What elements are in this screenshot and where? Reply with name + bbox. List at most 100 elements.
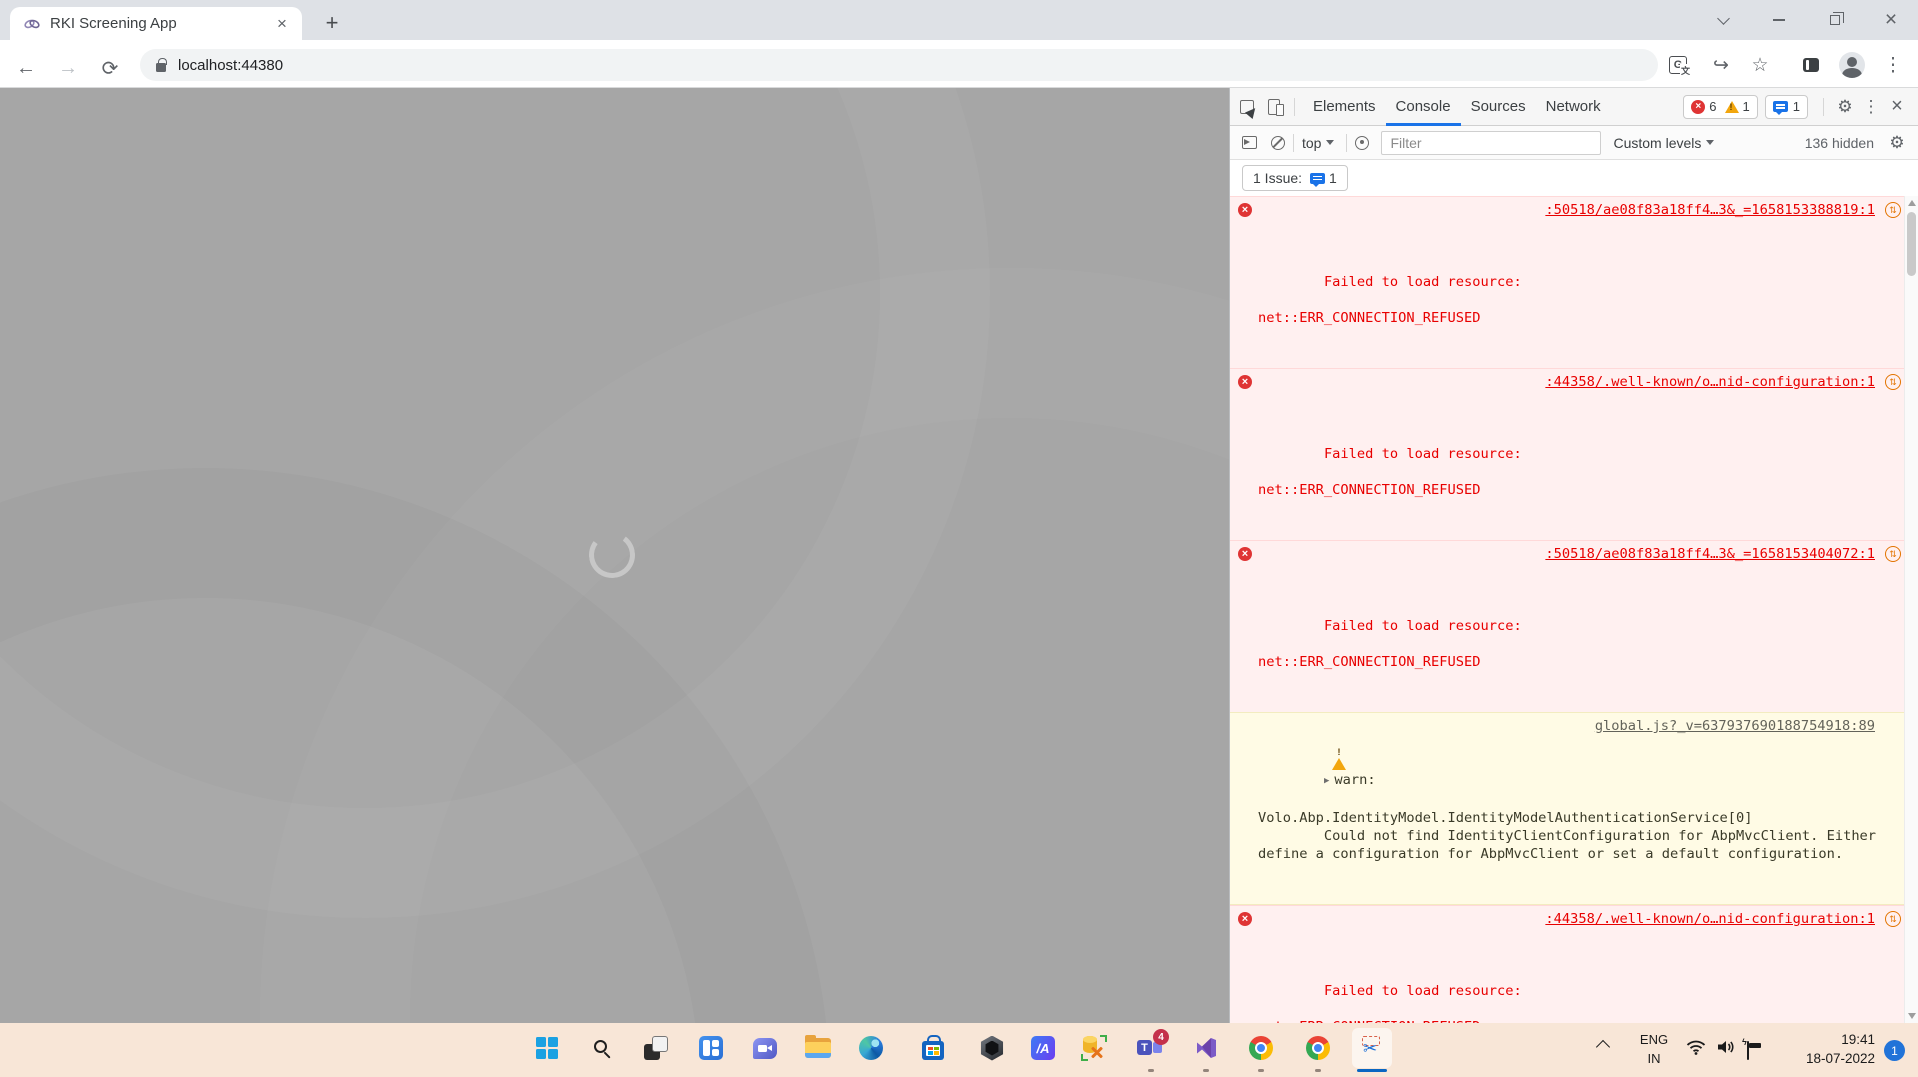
chrome-button-2[interactable] xyxy=(1298,1028,1338,1068)
source-link[interactable]: :50518/ae08f83a18ff4…3&_=1658153388819:1 xyxy=(1545,201,1875,219)
url-text[interactable]: localhost:44380 xyxy=(178,57,283,74)
tab-network[interactable]: Network xyxy=(1536,88,1611,126)
site-favicon xyxy=(24,16,40,32)
issue-bar[interactable]: 1 Issue: 1 xyxy=(1242,165,1348,191)
devtools-settings-icon[interactable] xyxy=(1832,94,1858,120)
share-icon[interactable] xyxy=(1706,50,1736,80)
back-button[interactable] xyxy=(10,52,42,84)
scroll-down-icon[interactable] xyxy=(1908,1013,1916,1019)
new-tab-button[interactable] xyxy=(318,9,346,37)
profile-avatar[interactable] xyxy=(1837,50,1867,80)
log-levels-selector[interactable]: Custom levels xyxy=(1613,135,1714,151)
tab-strip: RKI Screening App xyxy=(0,0,1918,40)
devtools-menu-icon[interactable] xyxy=(1858,94,1884,120)
minimize-button[interactable] xyxy=(1756,0,1802,40)
taskbar-search[interactable] xyxy=(582,1028,622,1068)
context-selector[interactable]: top xyxy=(1302,135,1334,151)
battery-charging-icon[interactable] xyxy=(1747,1042,1749,1060)
filter-input[interactable] xyxy=(1381,131,1601,155)
tab-elements[interactable]: Elements xyxy=(1303,88,1386,126)
browser-tab[interactable]: RKI Screening App xyxy=(10,7,302,40)
console-error-row: :50518/ae08f83a18ff4…3&_=1658153404072:1… xyxy=(1230,540,1905,712)
console-settings-icon[interactable] xyxy=(1884,130,1910,156)
live-expression-icon[interactable] xyxy=(1355,136,1369,150)
inspect-element-icon[interactable] xyxy=(1240,100,1254,114)
speaker-icon[interactable] xyxy=(1716,1038,1736,1061)
console-warning-row: global.js?_v=637937690188754918:89 warn:… xyxy=(1230,712,1905,905)
issue-count: 1 xyxy=(1329,170,1337,186)
console-scrollbar[interactable] xyxy=(1904,196,1918,1023)
chat-button[interactable] xyxy=(745,1028,785,1068)
console-sidebar-icon[interactable] xyxy=(1242,136,1257,149)
sql-management-studio-button[interactable] xyxy=(1074,1028,1114,1068)
language-indicator[interactable]: ENG IN xyxy=(1632,1030,1676,1068)
notification-badge[interactable]: 1 xyxy=(1884,1040,1905,1061)
teams-button[interactable]: T 4 xyxy=(1131,1028,1171,1068)
source-link[interactable]: global.js?_v=637937690188754918:89 xyxy=(1595,717,1875,735)
wifi-icon[interactable] xyxy=(1686,1038,1706,1061)
bookmark-star-icon[interactable] xyxy=(1745,50,1775,80)
network-request-icon[interactable] xyxy=(1885,911,1901,927)
windows-logo-icon xyxy=(536,1037,558,1059)
chrome-icon xyxy=(1306,1036,1330,1060)
error-icon xyxy=(1238,375,1252,389)
start-button[interactable] xyxy=(527,1028,567,1068)
device-toolbar-icon[interactable] xyxy=(1268,99,1280,115)
message-body: net::ERR_CONNECTION_REFUSED xyxy=(1258,653,1889,671)
warning-count-icon xyxy=(1725,101,1739,113)
clock[interactable]: 19:41 18-07-2022 xyxy=(1775,1030,1875,1068)
reload-button[interactable] xyxy=(94,52,126,84)
error-warning-badge[interactable]: 6 1 xyxy=(1683,95,1757,119)
network-request-icon[interactable] xyxy=(1885,374,1901,390)
visual-studio-icon xyxy=(1194,1036,1218,1060)
network-request-icon[interactable] xyxy=(1885,202,1901,218)
clear-console-icon[interactable] xyxy=(1271,136,1285,150)
running-indicator xyxy=(1258,1069,1264,1072)
restore-button[interactable] xyxy=(1812,0,1858,40)
browser-menu-icon[interactable] xyxy=(1878,50,1908,80)
message-body: Volo.Abp.IdentityModel.IdentityModelAuth… xyxy=(1258,809,1889,863)
issues-badge[interactable]: 1 xyxy=(1765,95,1808,119)
error-icon xyxy=(1238,547,1252,561)
tab-close-icon[interactable] xyxy=(272,14,292,34)
teams-icon: T 4 xyxy=(1137,1035,1165,1061)
network-request-icon[interactable] xyxy=(1885,546,1901,562)
error-icon xyxy=(1238,912,1252,926)
store-bag-icon xyxy=(922,1041,944,1060)
translate-icon[interactable]: G xyxy=(1663,50,1693,80)
task-view-button[interactable] xyxy=(636,1028,676,1068)
widgets-button[interactable] xyxy=(691,1028,731,1068)
expand-arrow-icon[interactable] xyxy=(1324,772,1329,790)
error-count: 6 xyxy=(1709,99,1716,114)
message-head: Failed to load resource: xyxy=(1324,274,1522,290)
edge-button[interactable] xyxy=(851,1028,891,1068)
window-close-button[interactable] xyxy=(1868,0,1914,40)
source-link[interactable]: :44358/.well-known/o…nid-configuration:1 xyxy=(1545,373,1875,391)
address-bar[interactable]: localhost:44380 xyxy=(140,49,1658,81)
tab-search-icon[interactable] xyxy=(1700,0,1746,40)
devtools-close-icon[interactable] xyxy=(1884,94,1910,120)
snipping-tool-button[interactable] xyxy=(1352,1028,1392,1068)
browser-window: RKI Screening App localhost:44380 G Elem… xyxy=(0,0,1918,1077)
error-count-icon xyxy=(1691,100,1705,114)
lock-icon[interactable] xyxy=(156,63,166,72)
visual-studio-button[interactable] xyxy=(1186,1028,1226,1068)
side-panel-icon[interactable] xyxy=(1796,50,1826,80)
slash-a-app-button[interactable]: /A xyxy=(1023,1028,1063,1068)
chrome-button[interactable] xyxy=(1241,1028,1281,1068)
chevron-down-icon xyxy=(1706,140,1714,145)
source-link[interactable]: :44358/.well-known/o…nid-configuration:1 xyxy=(1545,910,1875,928)
dark-hexagon-app-button[interactable] xyxy=(972,1028,1012,1068)
tab-sources[interactable]: Sources xyxy=(1461,88,1536,126)
message-body: net::ERR_CONNECTION_REFUSED xyxy=(1258,481,1889,499)
forward-button[interactable] xyxy=(52,52,84,84)
microsoft-store-button[interactable] xyxy=(913,1028,953,1068)
issues-count: 1 xyxy=(1793,99,1800,114)
tab-console[interactable]: Console xyxy=(1386,88,1461,126)
file-explorer-button[interactable] xyxy=(798,1028,838,1068)
scrollbar-thumb[interactable] xyxy=(1907,212,1916,276)
tray-date: 18-07-2022 xyxy=(1775,1049,1875,1068)
message-head: Failed to load resource: xyxy=(1324,618,1522,634)
scroll-up-icon[interactable] xyxy=(1908,200,1916,206)
source-link[interactable]: :50518/ae08f83a18ff4…3&_=1658153404072:1 xyxy=(1545,545,1875,563)
